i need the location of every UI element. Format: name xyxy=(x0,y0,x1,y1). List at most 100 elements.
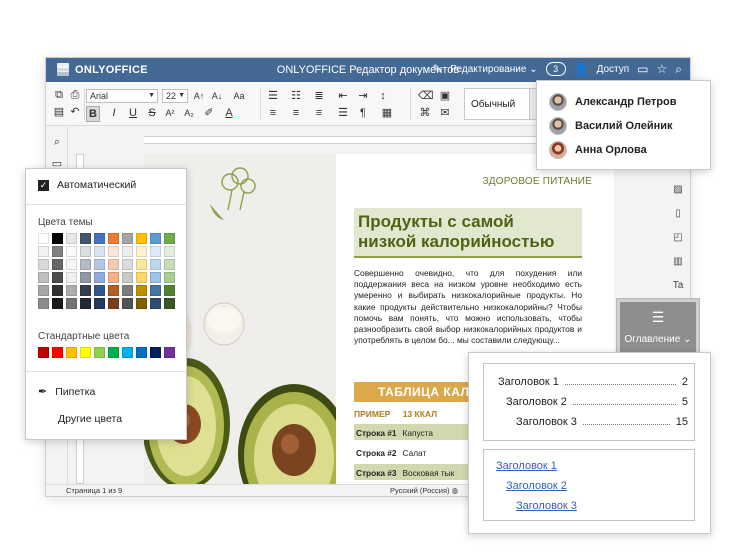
color-swatch[interactable] xyxy=(94,233,105,244)
color-swatch[interactable] xyxy=(38,246,49,257)
color-swatch[interactable] xyxy=(150,233,161,244)
align-left-icon[interactable]: ≡ xyxy=(266,106,280,120)
bullets-icon[interactable]: ☰ xyxy=(266,89,280,103)
paste-icon[interactable]: ▤ xyxy=(52,105,66,119)
color-swatch[interactable] xyxy=(122,233,133,244)
color-swatch[interactable] xyxy=(108,285,119,296)
color-swatch[interactable] xyxy=(150,298,161,309)
color-swatch[interactable] xyxy=(52,233,63,244)
increase-indent-icon[interactable]: ⇥ xyxy=(356,89,370,103)
color-swatch[interactable] xyxy=(66,233,77,244)
color-swatch[interactable] xyxy=(66,347,77,358)
text-art-icon[interactable]: Ta xyxy=(672,280,684,291)
user-item[interactable]: Василий Олейник xyxy=(549,117,673,135)
user-item[interactable]: Анна Орлова xyxy=(549,141,647,159)
access-button[interactable]: Доступ xyxy=(597,64,630,75)
open-folder-icon[interactable]: ▭ xyxy=(637,62,648,76)
color-swatch[interactable] xyxy=(66,246,77,257)
color-swatch[interactable] xyxy=(136,298,147,309)
color-swatch[interactable] xyxy=(108,298,119,309)
font-name-select[interactable]: Arial ▼ xyxy=(86,89,158,103)
color-swatch[interactable] xyxy=(66,298,77,309)
color-swatch[interactable] xyxy=(38,259,49,270)
color-swatch[interactable] xyxy=(150,272,161,283)
color-swatch[interactable] xyxy=(80,347,91,358)
toc-style-links[interactable]: Заголовок 1 Заголовок 2 Заголовок 3 xyxy=(483,449,695,521)
font-color-icon[interactable]: A xyxy=(222,106,236,120)
color-swatch[interactable] xyxy=(122,259,133,270)
color-swatch[interactable] xyxy=(136,233,147,244)
increase-font-icon[interactable]: A↑ xyxy=(192,89,206,103)
color-swatch[interactable] xyxy=(80,233,91,244)
undo-icon[interactable]: ↶ xyxy=(68,105,82,119)
find-icon[interactable]: ⌕ xyxy=(50,135,64,149)
underline-icon[interactable]: U xyxy=(126,106,140,120)
color-swatch[interactable] xyxy=(136,347,147,358)
superscript-icon[interactable]: A² xyxy=(163,106,177,120)
color-swatch[interactable] xyxy=(52,272,63,283)
color-swatch[interactable] xyxy=(38,347,49,358)
color-swatch[interactable] xyxy=(150,347,161,358)
mode-dropdown[interactable]: Редактирование ⌄ xyxy=(450,64,537,75)
strikethrough-icon[interactable]: S xyxy=(145,106,159,120)
color-swatch[interactable] xyxy=(122,298,133,309)
color-swatch[interactable] xyxy=(80,298,91,309)
change-case-icon[interactable]: Aa xyxy=(232,89,246,103)
color-swatch[interactable] xyxy=(94,298,105,309)
color-swatch[interactable] xyxy=(122,246,133,257)
paragraph-marks-icon[interactable]: ¶ xyxy=(356,106,370,120)
align-center-icon[interactable]: ≡ xyxy=(289,106,303,120)
numbering-icon[interactable]: ☷ xyxy=(289,89,303,103)
color-swatch[interactable] xyxy=(38,272,49,283)
color-swatch[interactable] xyxy=(136,285,147,296)
style-preset[interactable]: Обычный xyxy=(464,88,530,120)
more-colors-option[interactable]: Другие цвета xyxy=(58,413,122,425)
color-swatch[interactable] xyxy=(66,272,77,283)
color-swatch[interactable] xyxy=(66,285,77,296)
multilevel-list-icon[interactable]: ≣ xyxy=(312,89,326,103)
color-swatch[interactable] xyxy=(164,298,175,309)
shape-settings-icon[interactable]: ◰ xyxy=(672,232,684,243)
color-swatch[interactable] xyxy=(94,246,105,257)
page-counter[interactable]: Страница 1 из 9 xyxy=(66,486,122,495)
chart-settings-icon[interactable]: ▥ xyxy=(672,256,684,267)
color-swatch[interactable] xyxy=(108,246,119,257)
color-swatch[interactable] xyxy=(108,347,119,358)
favorite-star-icon[interactable]: ☆ xyxy=(657,62,668,76)
color-swatch[interactable] xyxy=(122,347,133,358)
table-of-contents-button[interactable]: ☰ Оглавление ⌄ xyxy=(616,298,700,358)
print-icon[interactable]: ⎙ xyxy=(68,88,82,102)
color-swatch[interactable] xyxy=(122,272,133,283)
insert-icon[interactable]: ⌘ xyxy=(418,106,432,120)
clear-style-icon[interactable]: ⌫ xyxy=(418,89,434,103)
copy-style-icon[interactable]: ▣ xyxy=(438,89,452,103)
toc-link[interactable]: Заголовок 1 xyxy=(496,460,557,472)
color-swatch[interactable] xyxy=(38,298,49,309)
color-swatch[interactable] xyxy=(94,272,105,283)
automatic-color-option[interactable]: ✓ Автоматический xyxy=(38,179,136,191)
color-swatch[interactable] xyxy=(164,347,175,358)
toc-style-plain[interactable]: Заголовок 1 2 Заголовок 2 5 Заголовок 3 15 xyxy=(483,363,695,441)
subscript-icon[interactable]: A₂ xyxy=(182,106,196,120)
color-swatch[interactable] xyxy=(136,246,147,257)
color-swatch[interactable] xyxy=(52,285,63,296)
color-swatch[interactable] xyxy=(94,285,105,296)
mail-merge-icon[interactable]: ✉ xyxy=(438,106,452,120)
users-count-badge[interactable]: 3 xyxy=(545,62,566,76)
shading-icon[interactable]: ▦ xyxy=(380,106,394,120)
color-swatch[interactable] xyxy=(150,259,161,270)
copy-icon[interactable]: ⧉ xyxy=(52,88,66,102)
color-swatch[interactable] xyxy=(164,285,175,296)
italic-icon[interactable]: I xyxy=(107,106,121,120)
toc-link[interactable]: Заголовок 2 xyxy=(506,480,567,492)
justify-icon[interactable]: ☰ xyxy=(336,106,350,120)
image-settings-icon[interactable]: ▨ xyxy=(672,184,684,195)
color-swatch[interactable] xyxy=(80,272,91,283)
color-swatch[interactable] xyxy=(150,246,161,257)
color-swatch[interactable] xyxy=(52,298,63,309)
font-size-select[interactable]: 22 ▼ xyxy=(162,89,188,103)
color-swatch[interactable] xyxy=(122,285,133,296)
color-swatch[interactable] xyxy=(136,259,147,270)
color-swatch[interactable] xyxy=(38,233,49,244)
bold-icon[interactable]: B xyxy=(86,106,100,122)
